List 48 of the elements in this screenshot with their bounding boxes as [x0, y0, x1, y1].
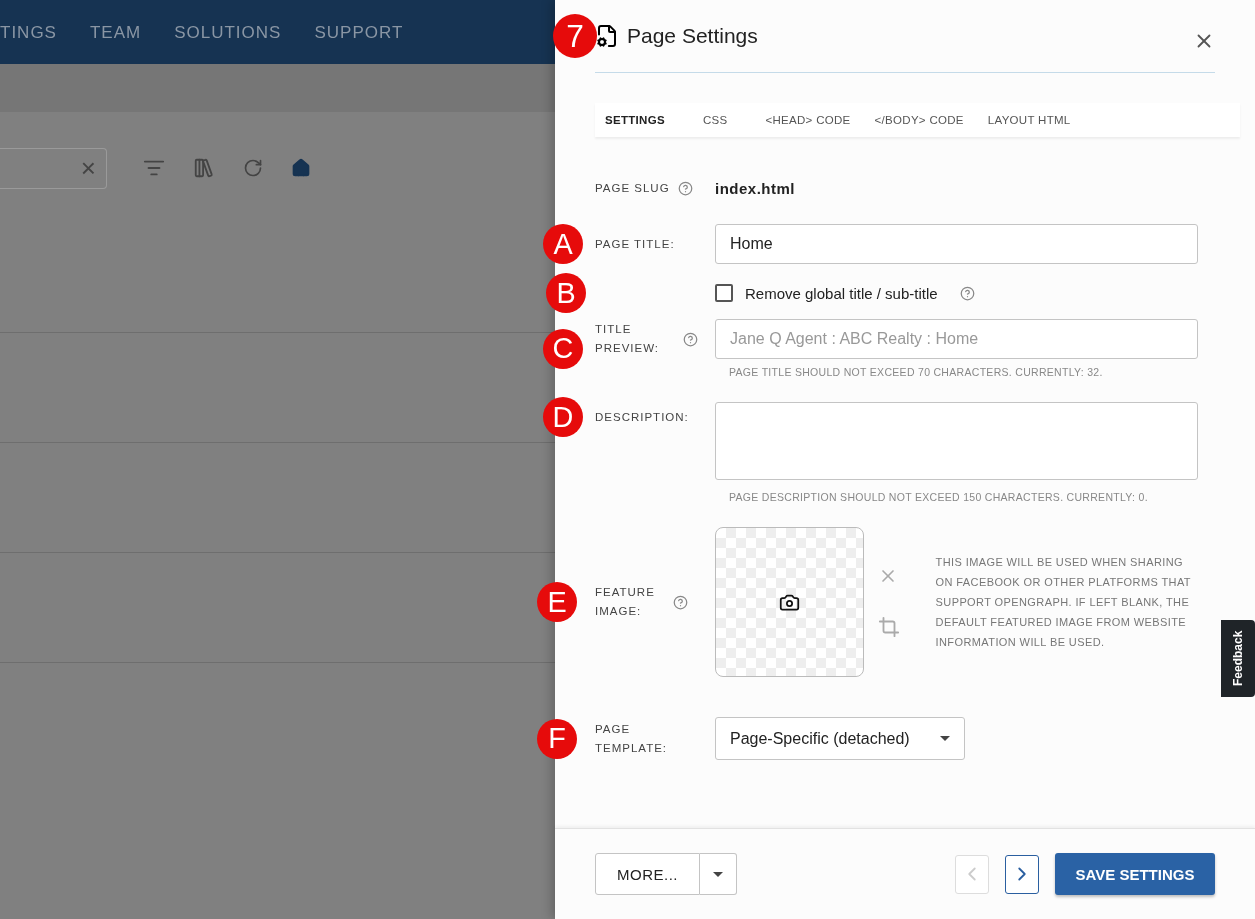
- field-hint: PAGE TITLE SHOULD NOT EXCEED 70 CHARACTERS. CURRENTLY: 32.: [729, 366, 1104, 378]
- page-slug: index.html: [715, 180, 796, 197]
- tab[interactable]: CSS: [702, 114, 728, 126]
- field-hint: PAGE DESCRIPTION SHOULD NOT EXCEED 150 CHARACTERS. CURRENTLY: 0.: [729, 491, 1149, 503]
- checkbox-label: Remove global title / sub-title: [745, 284, 938, 302]
- checkbox[interactable]: [715, 284, 733, 302]
- drawer-title: Page Settings: [627, 24, 758, 48]
- callout-badge: F: [537, 718, 577, 759]
- refresh-icon[interactable]: [243, 158, 263, 178]
- callout-badge: D: [543, 397, 583, 437]
- page-title-input[interactable]: Home: [715, 224, 1198, 264]
- caret-icon: [940, 736, 950, 741]
- callout-badge: 7: [553, 14, 597, 58]
- callout-badge: B: [546, 273, 586, 313]
- feedback-tab[interactable]: Feedback: [1221, 620, 1255, 697]
- callout-badge: A: [543, 224, 583, 264]
- help-icon[interactable]: [677, 181, 693, 196]
- field-label: FEATURE IMAGE:: [595, 585, 656, 619]
- save-settings-button[interactable]: SAVE SETTINGS: [1055, 853, 1215, 895]
- image-upload-area[interactable]: [715, 527, 864, 677]
- crop-icon[interactable]: [877, 616, 900, 638]
- next-button[interactable]: [1005, 854, 1039, 894]
- field-label: PAGE TITLE:: [595, 236, 675, 252]
- tab[interactable]: <HEAD> CODE: [765, 114, 851, 126]
- tab[interactable]: SETTINGS: [605, 114, 665, 126]
- callout-badge: C: [543, 328, 583, 369]
- help-icon[interactable]: [683, 331, 698, 347]
- field-label: DESCRIPTION:: [595, 409, 689, 425]
- field-label: PAGE SLUG: [595, 181, 670, 196]
- description-input[interactable]: [715, 402, 1198, 480]
- field-label: TITLE PREVIEW:: [595, 322, 661, 356]
- field-label: PAGE TEMPLATE:: [595, 721, 669, 756]
- nav-link[interactable]: TINGS: [0, 23, 57, 43]
- callout-badge: E: [537, 582, 577, 622]
- nav-link[interactable]: SUPPORT: [314, 23, 404, 43]
- page-settings-icon: [595, 24, 619, 48]
- nav-link[interactable]: TEAM: [89, 23, 142, 43]
- help-icon[interactable]: [959, 285, 975, 301]
- nav-link[interactable]: SOLUTIONS: [174, 23, 282, 43]
- image-note: THIS IMAGE WILL BE USED WHEN SHARING ON FACEBOOK OR OTHER PLATFORMS THAT SUPPORT OPENGRAPH. IF LEFT BLANK, THE DEFAULT FEATURED IMAGE FROM WEBSITE INFORMATION WILL BE USED.: [935, 555, 1192, 650]
- more-button[interactable]: MORE...: [595, 853, 700, 895]
- more-dropdown-button[interactable]: [700, 853, 737, 895]
- tab[interactable]: </BODY> CODE: [874, 114, 964, 126]
- help-icon[interactable]: [673, 594, 688, 610]
- template-select[interactable]: Page-Specific (detached): [715, 717, 965, 760]
- tab[interactable]: LAYOUT HTML: [987, 114, 1071, 126]
- title-preview-input[interactable]: Jane Q Agent : ABC Realty : Home: [715, 319, 1198, 359]
- home-icon[interactable]: [291, 158, 311, 178]
